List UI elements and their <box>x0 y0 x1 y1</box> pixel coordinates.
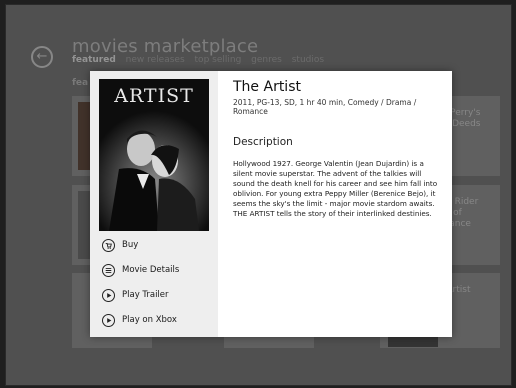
description-heading: Description <box>233 136 293 148</box>
dialog-sidebar: ARTIST Buy Movie Details Play Trailer Pl… <box>90 71 218 337</box>
app-window: ← movies marketplace featured new releas… <box>5 4 512 386</box>
movie-details-label: Movie Details <box>122 265 180 275</box>
buy-label: Buy <box>122 240 139 250</box>
dialog-content: The Artist 2011, PG-13, SD, 1 hr 40 min,… <box>233 79 443 219</box>
description-text: Hollywood 1927. George Valentin (Jean Du… <box>233 159 438 218</box>
play-trailer-label: Play Trailer <box>122 290 169 300</box>
play-icon <box>102 288 115 302</box>
movie-detail-dialog: ARTIST Buy Movie Details Play Trailer Pl… <box>90 71 452 337</box>
movie-details-button[interactable]: Movie Details <box>102 262 179 278</box>
play-on-xbox-button[interactable]: Play on Xbox <box>102 312 177 328</box>
movie-poster: ARTIST <box>99 79 209 231</box>
buy-button[interactable]: Buy <box>102 237 138 253</box>
movie-title: The Artist <box>233 79 301 95</box>
play-icon <box>102 313 115 327</box>
play-on-xbox-label: Play on Xbox <box>122 315 177 325</box>
movie-meta: 2011, PG-13, SD, 1 hr 40 min, Comedy / D… <box>233 98 417 116</box>
play-trailer-button[interactable]: Play Trailer <box>102 287 169 303</box>
cart-icon <box>102 238 115 252</box>
poster-artwork <box>99 111 209 231</box>
list-icon <box>102 263 115 277</box>
